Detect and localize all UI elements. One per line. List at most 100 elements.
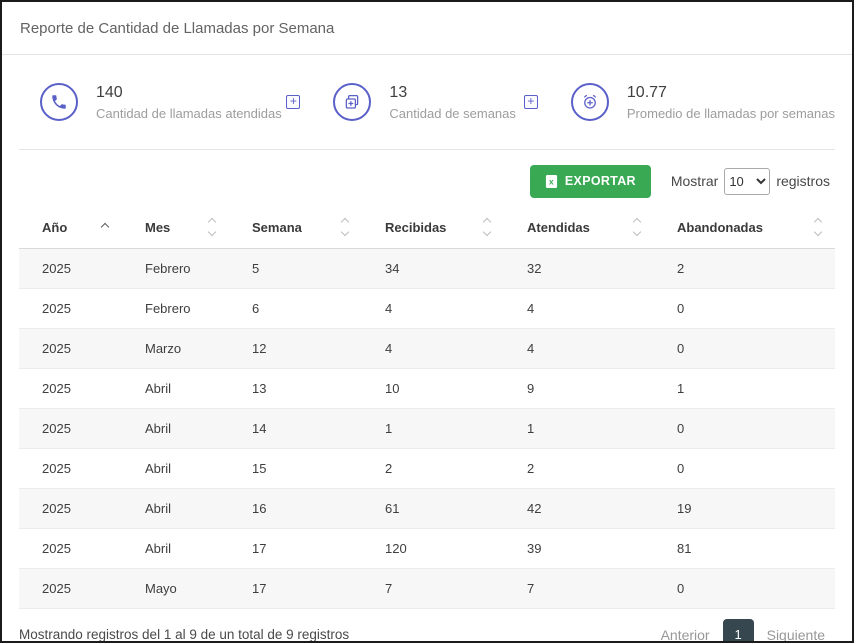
records-label: registros [776, 173, 830, 189]
table-cell: 7 [504, 569, 654, 609]
table-cell: 42 [504, 489, 654, 529]
column-header-atendidas[interactable]: Atendidas [504, 206, 654, 249]
table-row: 2025Abril171203981 [19, 529, 835, 569]
table-toolbar: x EXPORTAR Mostrar 10 registros [2, 150, 852, 206]
sort-both-icon [209, 219, 215, 235]
table-cell: 81 [654, 529, 835, 569]
table-cell: Marzo [122, 329, 229, 369]
stat-card-llamadas-atendidas: 140 Cantidad de llamadas atendidas [40, 83, 286, 121]
table-cell: 2025 [19, 329, 122, 369]
column-header-mes[interactable]: Mes [122, 206, 229, 249]
table-cell: 61 [362, 489, 504, 529]
svg-text:x: x [549, 176, 554, 186]
table-footer: Mostrando registros del 1 al 9 de un tot… [2, 609, 852, 643]
table-cell: Febrero [122, 289, 229, 329]
table-cell: 5 [229, 249, 362, 289]
table-cell: 2 [654, 249, 835, 289]
table-cell: 120 [362, 529, 504, 569]
table-cell: 0 [654, 329, 835, 369]
table-cell: Abril [122, 489, 229, 529]
excel-file-icon: x [545, 174, 558, 189]
export-button-label: EXPORTAR [565, 174, 636, 188]
table-cell: 6 [229, 289, 362, 329]
table-cell: 2 [362, 449, 504, 489]
column-label: Mes [145, 220, 170, 235]
table-row: 2025Abril131091 [19, 369, 835, 409]
phone-icon [40, 83, 78, 121]
pagination: Anterior 1 Siguiente [661, 619, 825, 643]
sort-both-icon [634, 219, 640, 235]
report-window: Reporte de Cantidad de Llamadas por Sema… [0, 0, 854, 643]
table-cell: 0 [654, 449, 835, 489]
table-cell: 2025 [19, 409, 122, 449]
column-label: Abandonadas [677, 220, 763, 235]
table-row: 2025Mayo17770 [19, 569, 835, 609]
sort-both-icon [815, 219, 821, 235]
table-cell: 13 [229, 369, 362, 409]
table-cell: Abril [122, 449, 229, 489]
table-row: 2025Marzo12440 [19, 329, 835, 369]
table-cell: 4 [362, 329, 504, 369]
table-row: 2025Abril15220 [19, 449, 835, 489]
table-cell: 1 [362, 409, 504, 449]
table-header-row: Año Mes Semana Recibidas Atendidas Abandonada… [19, 206, 835, 249]
table-cell: 15 [229, 449, 362, 489]
stat-value-promedio: 10.77 [627, 84, 835, 102]
calls-table: Año Mes Semana Recibidas Atendidas Abandonada… [19, 206, 835, 609]
stat-label-promedio: Promedio de llamadas por semanas [627, 106, 835, 121]
column-header-abandonadas[interactable]: Abandonadas [654, 206, 835, 249]
table-cell: 2025 [19, 249, 122, 289]
table-cell: 14 [229, 409, 362, 449]
weeks-stack-icon [333, 83, 371, 121]
export-button[interactable]: x EXPORTAR [530, 165, 651, 198]
table-cell: Abril [122, 529, 229, 569]
table-cell: 0 [654, 569, 835, 609]
page-title: Reporte de Cantidad de Llamadas por Sema… [20, 20, 334, 37]
table-cell: 17 [229, 529, 362, 569]
table-body: 2025Febrero5343222025Febrero64402025Marz… [19, 249, 835, 609]
table-cell: 0 [654, 409, 835, 449]
stat-card-promedio: 10.77 Promedio de llamadas por semanas [571, 83, 835, 121]
table-row: 2025Abril16614219 [19, 489, 835, 529]
stat-value-semanas: 13 [389, 84, 515, 102]
table-cell: 1 [504, 409, 654, 449]
table-cell: 39 [504, 529, 654, 569]
table-cell: 4 [504, 329, 654, 369]
table-row: 2025Febrero6440 [19, 289, 835, 329]
stat-label-semanas: Cantidad de semanas [389, 106, 515, 121]
page-size-control: Mostrar 10 registros [671, 168, 830, 195]
records-info: Mostrando registros del 1 al 9 de un tot… [19, 627, 349, 642]
table-cell: Abril [122, 409, 229, 449]
square-plus-icon[interactable]: + [286, 95, 300, 109]
report-header: Reporte de Cantidad de Llamadas por Sema… [2, 2, 852, 55]
table-cell: 12 [229, 329, 362, 369]
table-cell: 2025 [19, 449, 122, 489]
column-label: Año [42, 220, 67, 235]
table-cell: 1 [654, 369, 835, 409]
table-row: 2025Abril14110 [19, 409, 835, 449]
alarm-clock-icon [571, 83, 609, 121]
sort-both-icon [342, 219, 348, 235]
page-size-select[interactable]: 10 [724, 168, 770, 195]
table-cell: 16 [229, 489, 362, 529]
sort-both-icon [484, 219, 490, 235]
pagination-next[interactable]: Siguiente [767, 627, 825, 643]
table-cell: 2025 [19, 529, 122, 569]
pagination-page-1[interactable]: 1 [723, 619, 754, 643]
table-cell: 2025 [19, 489, 122, 529]
sort-asc-icon [102, 224, 108, 230]
column-label: Atendidas [527, 220, 590, 235]
stats-row: 140 Cantidad de llamadas atendidas + 13 … [19, 55, 835, 150]
stat-value-llamadas: 140 [96, 84, 282, 102]
column-header-ano[interactable]: Año [19, 206, 122, 249]
column-label: Semana [252, 220, 302, 235]
table-cell: Abril [122, 369, 229, 409]
column-header-recibidas[interactable]: Recibidas [362, 206, 504, 249]
table-cell: 9 [504, 369, 654, 409]
column-label: Recibidas [385, 220, 446, 235]
square-plus-icon[interactable]: + [524, 95, 538, 109]
table-cell: 0 [654, 289, 835, 329]
table-cell: 32 [504, 249, 654, 289]
pagination-previous[interactable]: Anterior [661, 627, 710, 643]
column-header-semana[interactable]: Semana [229, 206, 362, 249]
